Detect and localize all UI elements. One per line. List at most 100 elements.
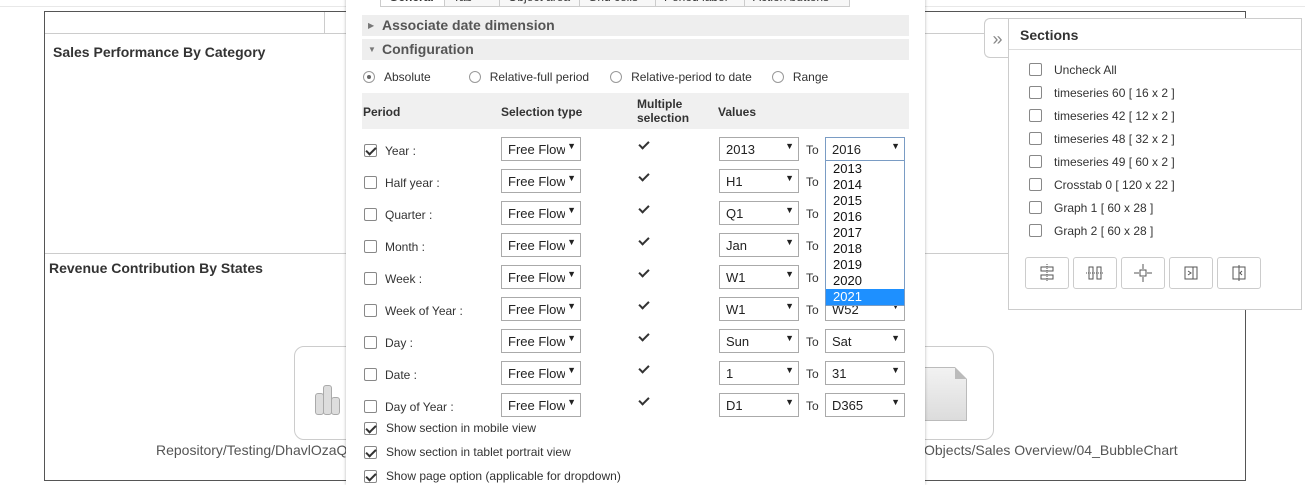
option-row[interactable]: Show section in mobile view — [364, 421, 536, 435]
section-list-item[interactable]: Graph 2 [ 60 x 28 ] — [1029, 219, 1301, 242]
multiple-selection-checkbox[interactable] — [638, 331, 651, 344]
section-list-item[interactable]: timeseries 42 [ 12 x 2 ] — [1029, 104, 1301, 127]
radio-button[interactable] — [610, 71, 623, 83]
selection-type-select[interactable]: Free Flow ▼ — [501, 361, 581, 385]
section-checkbox[interactable] — [1029, 155, 1042, 168]
value-to-select[interactable]: 31 ▼ — [825, 361, 905, 385]
align-center-icon[interactable] — [1217, 257, 1261, 289]
section-list-item[interactable]: Uncheck All — [1029, 58, 1301, 81]
radio-button[interactable] — [468, 71, 481, 83]
value-from-select[interactable]: W1 ▼ — [719, 265, 799, 289]
value-to-select[interactable]: Sat ▼ — [825, 329, 905, 353]
mode-range[interactable]: Range — [771, 70, 828, 84]
dropdown-option[interactable]: 2019 — [826, 257, 904, 273]
dropdown-option[interactable]: 2014 — [826, 177, 904, 193]
option-row[interactable]: Show page option (applicable for dropdow… — [364, 469, 621, 483]
associate-date-dimension-header[interactable]: ▶ Associate date dimension — [362, 15, 909, 36]
period-checkbox[interactable] — [364, 304, 377, 317]
period-checkbox[interactable] — [364, 272, 377, 285]
to-label: To — [806, 143, 819, 157]
distribute-horizontal-icon[interactable] — [1073, 257, 1117, 289]
section-checkbox[interactable] — [1029, 132, 1042, 145]
report-path-right[interactable]: Objects/Sales Overview/04_BubbleChart — [924, 442, 1178, 458]
mode-relative-period-to-date[interactable]: Relative-period to date — [610, 70, 752, 84]
multiple-selection-checkbox[interactable] — [638, 235, 651, 248]
period-checkbox[interactable] — [364, 368, 377, 381]
value-from-select[interactable]: Jan ▼ — [719, 233, 799, 257]
multiple-selection-checkbox[interactable] — [638, 363, 651, 376]
section-checkbox[interactable] — [1029, 109, 1042, 122]
multiple-selection-checkbox[interactable] — [638, 395, 651, 408]
period-label: Month : — [385, 240, 426, 254]
year-to-dropdown-list[interactable]: 2013 2014 2015 2016 2017 2018 2019 2020 2021 — [825, 160, 905, 306]
option-checkbox[interactable] — [364, 469, 377, 483]
period-checkbox[interactable] — [364, 336, 377, 349]
selection-type-select[interactable]: Free Flow ▼ — [501, 297, 581, 321]
section-checkbox[interactable] — [1029, 224, 1042, 237]
section-checkbox[interactable] — [1029, 201, 1042, 214]
value-from-select[interactable]: 1 ▼ — [719, 361, 799, 385]
dropdown-option[interactable]: 2016 — [826, 209, 904, 225]
dropdown-option[interactable]: 2015 — [826, 193, 904, 209]
value-from: 1 — [726, 366, 734, 381]
period-checkbox[interactable] — [364, 240, 377, 253]
dropdown-option[interactable]: 2021 — [826, 289, 904, 305]
align-right-icon[interactable] — [1169, 257, 1213, 289]
value-from-select[interactable]: D1 ▼ — [719, 393, 799, 417]
selection-type-select[interactable]: Free Flow ▼ — [501, 137, 581, 161]
multiple-selection-checkbox[interactable] — [638, 171, 651, 184]
section-list-item[interactable]: Graph 1 [ 60 x 28 ] — [1029, 196, 1301, 219]
value-to-select[interactable]: D365 ▼ — [825, 393, 905, 417]
value-to: D365 — [832, 398, 864, 413]
report-path-left[interactable]: Repository/Testing/DhavlOzaQ — [156, 442, 347, 458]
value-from-select[interactable]: W1 ▼ — [719, 297, 799, 321]
section-list-item[interactable]: Crosstab 0 [ 120 x 22 ] — [1029, 173, 1301, 196]
value-from-select[interactable]: H1 ▼ — [719, 169, 799, 193]
option-row[interactable]: Show section in tablet portrait view — [364, 445, 571, 459]
tab-general[interactable]: General — [380, 0, 445, 7]
section-list-item[interactable]: timeseries 49 [ 60 x 2 ] — [1029, 150, 1301, 173]
radio-button[interactable] — [363, 71, 375, 83]
selection-type-select[interactable]: Free Flow ▼ — [501, 169, 581, 193]
selection-type-select[interactable]: Free Flow ▼ — [501, 329, 581, 353]
value-from-select[interactable]: Sun ▼ — [719, 329, 799, 353]
dropdown-option[interactable]: 2013 — [826, 161, 904, 177]
period-checkbox[interactable] — [364, 208, 377, 221]
distribute-vertical-icon[interactable] — [1025, 257, 1069, 289]
multiple-selection-checkbox[interactable] — [638, 203, 651, 216]
option-checkbox[interactable] — [364, 445, 377, 459]
tab-action-buttons[interactable]: Action buttons — [744, 0, 850, 7]
tab-period-label[interactable]: Period label — [655, 0, 745, 7]
value-to-select[interactable]: 2016 ▼ — [825, 137, 905, 161]
multiple-selection-checkbox[interactable] — [638, 139, 651, 152]
value-from-select[interactable]: Q1 ▼ — [719, 201, 799, 225]
period-checkbox[interactable] — [364, 144, 377, 157]
section-checkbox[interactable] — [1029, 178, 1042, 191]
dropdown-option[interactable]: 2017 — [826, 225, 904, 241]
multiple-selection-checkbox[interactable] — [638, 267, 651, 280]
selection-type-select[interactable]: Free Flow ▼ — [501, 201, 581, 225]
collapse-panel-button[interactable]: » — [984, 18, 1010, 58]
period-checkbox[interactable] — [364, 400, 377, 413]
tab-tab[interactable]: Tab — [444, 0, 500, 7]
tab-object-area[interactable]: Object area — [499, 0, 580, 7]
section-list-item[interactable]: timeseries 60 [ 16 x 2 ] — [1029, 81, 1301, 104]
selection-type-select[interactable]: Free Flow ▼ — [501, 265, 581, 289]
tab-grid-cells[interactable]: Grid cells — [579, 0, 656, 7]
mode-relative-full-period[interactable]: Relative-full period — [468, 70, 589, 84]
selection-type-select[interactable]: Free Flow ▼ — [501, 233, 581, 257]
dropdown-option[interactable]: 2020 — [826, 273, 904, 289]
section-checkbox[interactable] — [1029, 63, 1042, 76]
radio-button[interactable] — [771, 71, 784, 83]
section-list-item[interactable]: timeseries 48 [ 32 x 2 ] — [1029, 127, 1301, 150]
multiple-selection-checkbox[interactable] — [638, 299, 651, 312]
period-checkbox[interactable] — [364, 176, 377, 189]
center-move-icon[interactable] — [1121, 257, 1165, 289]
mode-absolute[interactable]: Absolute — [363, 70, 431, 84]
dropdown-option[interactable]: 2018 — [826, 241, 904, 257]
configuration-header[interactable]: ▼ Configuration — [362, 39, 909, 60]
section-checkbox[interactable] — [1029, 86, 1042, 99]
selection-type-select[interactable]: Free Flow ▼ — [501, 393, 581, 417]
value-from-select[interactable]: 2013 ▼ — [719, 137, 799, 161]
option-checkbox[interactable] — [364, 421, 377, 435]
